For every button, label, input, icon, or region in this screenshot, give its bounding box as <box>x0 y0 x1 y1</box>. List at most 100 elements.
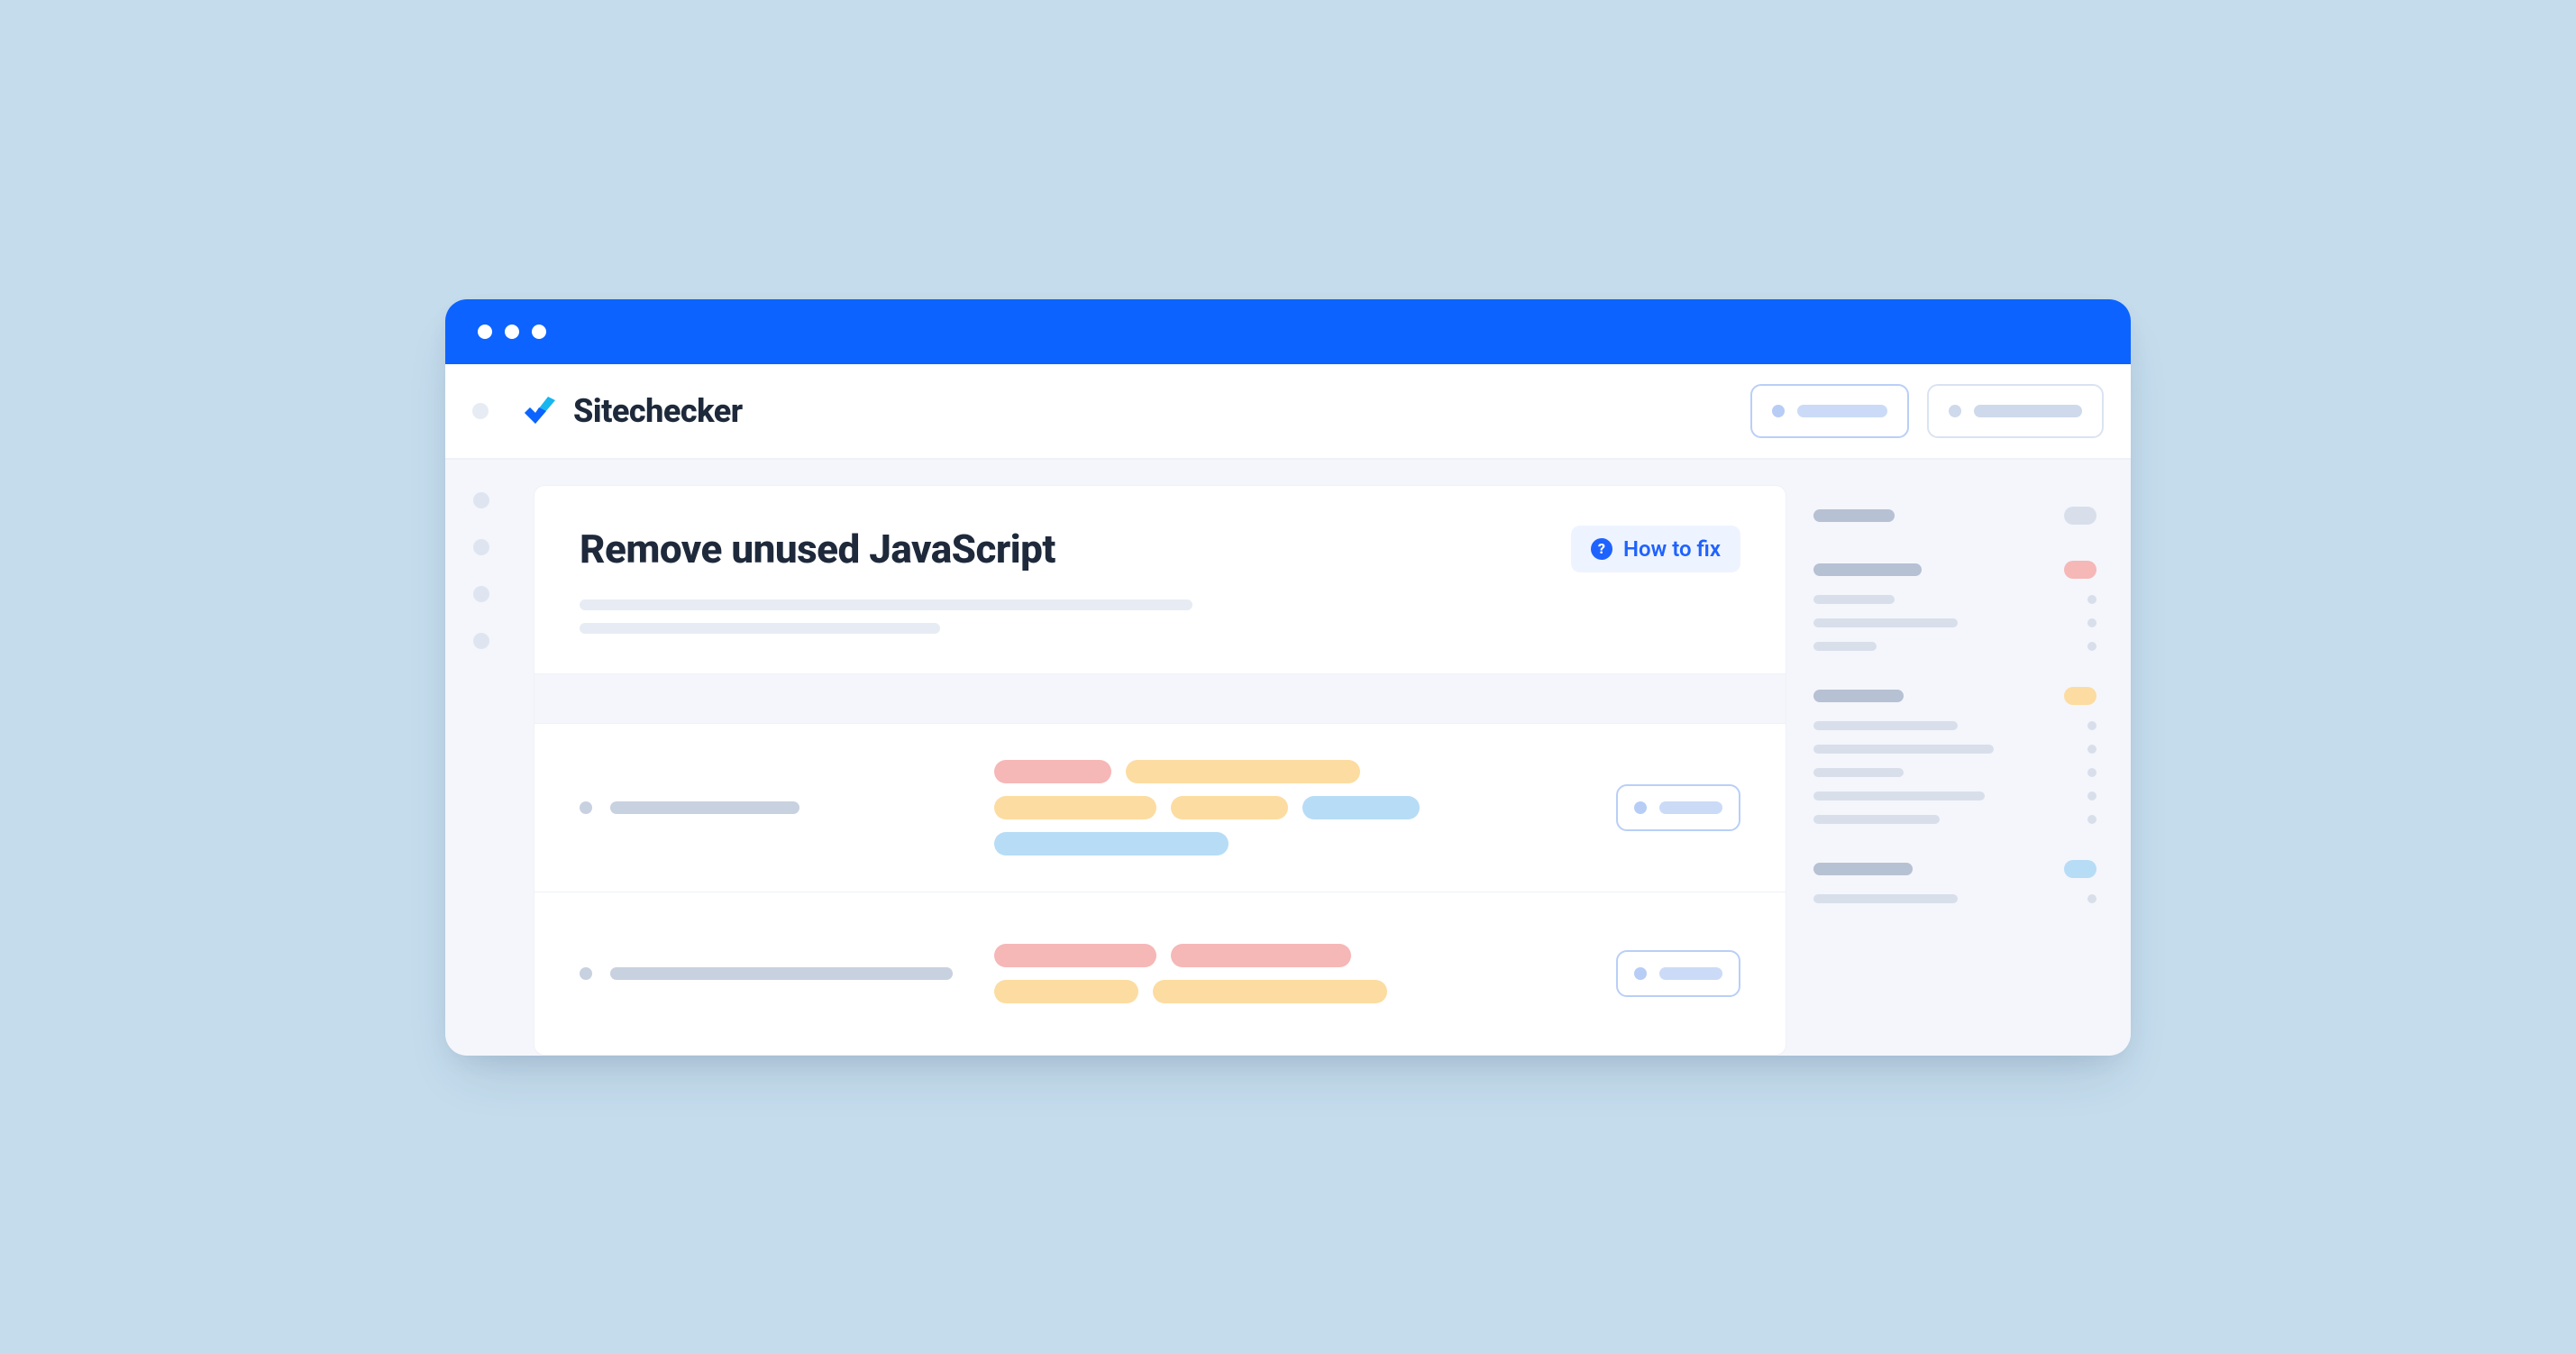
window-titlebar <box>445 299 2131 364</box>
sidebar-group <box>1813 687 2096 824</box>
sidebar-item[interactable] <box>1813 894 2096 903</box>
placeholder-bar <box>1813 563 1922 576</box>
issue-description-placeholder <box>580 599 1740 634</box>
help-icon: ? <box>1591 538 1612 560</box>
main-panel: Remove unused JavaScript ? How to fix <box>534 485 1786 1056</box>
window-control-maximize[interactable] <box>532 325 546 339</box>
menu-toggle[interactable] <box>472 403 489 419</box>
sidebar-item[interactable] <box>1813 745 2096 754</box>
header-secondary-button[interactable] <box>1927 384 2104 438</box>
row-tags <box>994 760 1499 855</box>
placeholder-bar <box>1813 894 1958 903</box>
status-badge <box>2064 860 2096 878</box>
sidebar-item[interactable] <box>1813 791 2096 801</box>
sidebar-group-header[interactable] <box>1813 860 2096 878</box>
placeholder-dot <box>1949 405 1961 417</box>
placeholder-bar <box>1813 509 1895 522</box>
sidebar-group <box>1813 507 2096 525</box>
tag <box>1171 796 1288 819</box>
content-area: Remove unused JavaScript ? How to fix <box>517 460 2131 1056</box>
placeholder-bar <box>1659 967 1722 980</box>
status-badge <box>2064 561 2096 579</box>
placeholder-dot <box>580 801 592 814</box>
placeholder-bar <box>1813 721 1958 730</box>
placeholder-bar <box>1813 745 1994 754</box>
tag <box>994 944 1156 967</box>
nav-item[interactable] <box>473 633 489 649</box>
header-primary-button[interactable] <box>1750 384 1909 438</box>
table-header-placeholder <box>534 673 1786 724</box>
placeholder-dot <box>2087 894 2096 903</box>
table-row <box>534 724 1786 892</box>
header-actions <box>1750 384 2104 438</box>
placeholder-dot <box>1634 967 1647 980</box>
placeholder-bar <box>1813 642 1877 651</box>
sidebar-group-header[interactable] <box>1813 687 2096 705</box>
nav-item[interactable] <box>473 539 489 555</box>
window-control-close[interactable] <box>478 325 492 339</box>
sidebar-item[interactable] <box>1813 595 2096 604</box>
page-title: Remove unused JavaScript <box>580 526 1055 572</box>
placeholder-bar <box>1974 405 2082 417</box>
row-label <box>580 967 994 980</box>
issue-card: Remove unused JavaScript ? How to fix <box>534 485 1786 1056</box>
tag <box>994 760 1111 783</box>
issue-card-header: Remove unused JavaScript ? How to fix <box>534 486 1786 673</box>
row-label <box>580 801 994 814</box>
sidebar-item[interactable] <box>1813 721 2096 730</box>
row-tags <box>994 944 1499 1003</box>
brand-name: Sitechecker <box>573 392 743 430</box>
placeholder-dot <box>1634 801 1647 814</box>
nav-item[interactable] <box>473 492 489 508</box>
row-action <box>1616 950 1740 997</box>
placeholder-bar <box>1797 405 1887 417</box>
how-to-fix-button[interactable]: ? How to fix <box>1571 526 1740 572</box>
row-action-button[interactable] <box>1616 784 1740 831</box>
placeholder-dot <box>2087 791 2096 801</box>
sidebar-item[interactable] <box>1813 618 2096 627</box>
brand[interactable]: Sitechecker <box>519 391 743 431</box>
placeholder-bar <box>1813 863 1913 875</box>
sidebar-item[interactable] <box>1813 768 2096 777</box>
sidebar-group-header[interactable] <box>1813 507 2096 525</box>
how-to-fix-label: How to fix <box>1623 536 1721 562</box>
placeholder-dot <box>2087 721 2096 730</box>
sidebar-item[interactable] <box>1813 815 2096 824</box>
sidebar-item[interactable] <box>1813 642 2096 651</box>
browser-window: Sitechecker Remo <box>445 299 2131 1056</box>
placeholder-dot <box>580 967 592 980</box>
right-sidebar <box>1808 485 2106 1056</box>
app-header: Sitechecker <box>445 364 2131 460</box>
tag <box>1126 760 1360 783</box>
tag <box>994 980 1138 1003</box>
status-badge <box>2064 687 2096 705</box>
placeholder-bar <box>1813 690 1904 702</box>
placeholder-bar <box>610 967 953 980</box>
status-badge <box>2064 507 2096 525</box>
placeholder-bar <box>1659 801 1722 814</box>
sidebar-group-header[interactable] <box>1813 561 2096 579</box>
sidebar-group-items <box>1813 894 2096 903</box>
placeholder-dot <box>2087 618 2096 627</box>
row-action <box>1616 784 1740 831</box>
window-control-minimize[interactable] <box>505 325 519 339</box>
sidebar-group-items <box>1813 595 2096 651</box>
sidebar-group <box>1813 561 2096 651</box>
row-action-button[interactable] <box>1616 950 1740 997</box>
table-row <box>534 892 1786 1055</box>
placeholder-dot <box>2087 768 2096 777</box>
sidebar-group-items <box>1813 721 2096 824</box>
nav-item[interactable] <box>473 586 489 602</box>
tag <box>994 796 1156 819</box>
placeholder-bar <box>1813 595 1895 604</box>
placeholder-bar <box>1813 618 1958 627</box>
app-body: Remove unused JavaScript ? How to fix <box>445 460 2131 1056</box>
placeholder-dot <box>2087 815 2096 824</box>
placeholder-bar <box>1813 791 1985 801</box>
placeholder-bar <box>610 801 799 814</box>
sidebar-group <box>1813 860 2096 903</box>
nav-rail <box>445 460 517 1056</box>
sitechecker-logo-icon <box>519 391 559 431</box>
placeholder-bar <box>1813 815 1940 824</box>
tag <box>1153 980 1387 1003</box>
